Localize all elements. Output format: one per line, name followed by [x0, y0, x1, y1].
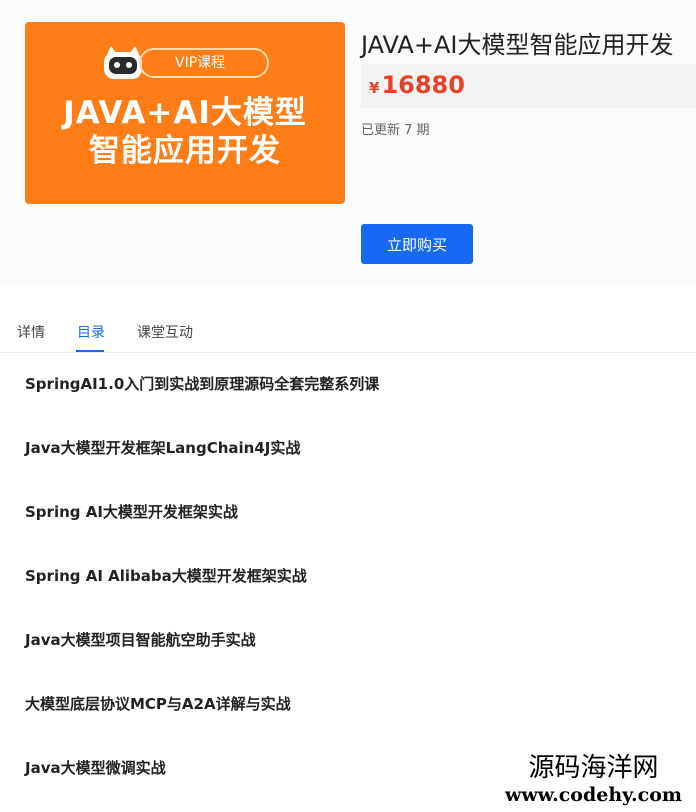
list-item[interactable]: Java大模型微调实战 — [25, 757, 166, 778]
cover-title-line1: JAVA+AI大模型 — [63, 95, 307, 131]
watermark: 源码海洋网 www.codehy.com — [500, 750, 686, 808]
list-item[interactable]: 大模型底层协议MCP与A2A详解与实战 — [25, 693, 291, 714]
content-tabs: 详情 目录 课堂互动 — [0, 310, 696, 353]
list-item[interactable]: SpringAI1.0入门到实战到原理源码全套完整系列课 — [25, 373, 379, 394]
watermark-name: 源码海洋网 — [528, 753, 659, 783]
currency-symbol: ¥ — [369, 79, 380, 97]
list-item[interactable]: Java大模型开发框架LangChain4J实战 — [25, 437, 300, 458]
tab-interaction[interactable]: 课堂互动 — [137, 322, 193, 342]
tab-catalog[interactable]: 目录 — [77, 322, 105, 342]
cover-title-line2: 智能应用开发 — [89, 133, 281, 169]
watermark-url: www.codehy.com — [504, 784, 682, 806]
list-item[interactable]: Spring AI大模型开发框架实战 — [25, 501, 238, 522]
buy-now-button[interactable]: 立即购买 — [361, 224, 473, 264]
vip-course-badge: VIP课程 — [139, 48, 269, 78]
update-status: 已更新 7 期 — [361, 123, 430, 138]
course-cover-image[interactable]: VIP课程 JAVA+AI大模型 智能应用开发 — [25, 22, 345, 204]
price-bar: ¥16880 — [361, 64, 696, 108]
price-value: 16880 — [381, 71, 465, 99]
cover-title: JAVA+AI大模型 智能应用开发 — [25, 94, 345, 170]
tab-details[interactable]: 详情 — [17, 322, 45, 342]
active-tab-indicator — [76, 350, 104, 352]
product-header: VIP课程 JAVA+AI大模型 智能应用开发 JAVA+AI大模型智能应用开发… — [0, 0, 696, 286]
price: ¥16880 — [369, 71, 465, 99]
list-item[interactable]: Java大模型项目智能航空助手实战 — [25, 629, 256, 650]
course-title: JAVA+AI大模型智能应用开发 — [361, 31, 674, 59]
list-item[interactable]: Spring AI Alibaba大模型开发框架实战 — [25, 565, 307, 586]
